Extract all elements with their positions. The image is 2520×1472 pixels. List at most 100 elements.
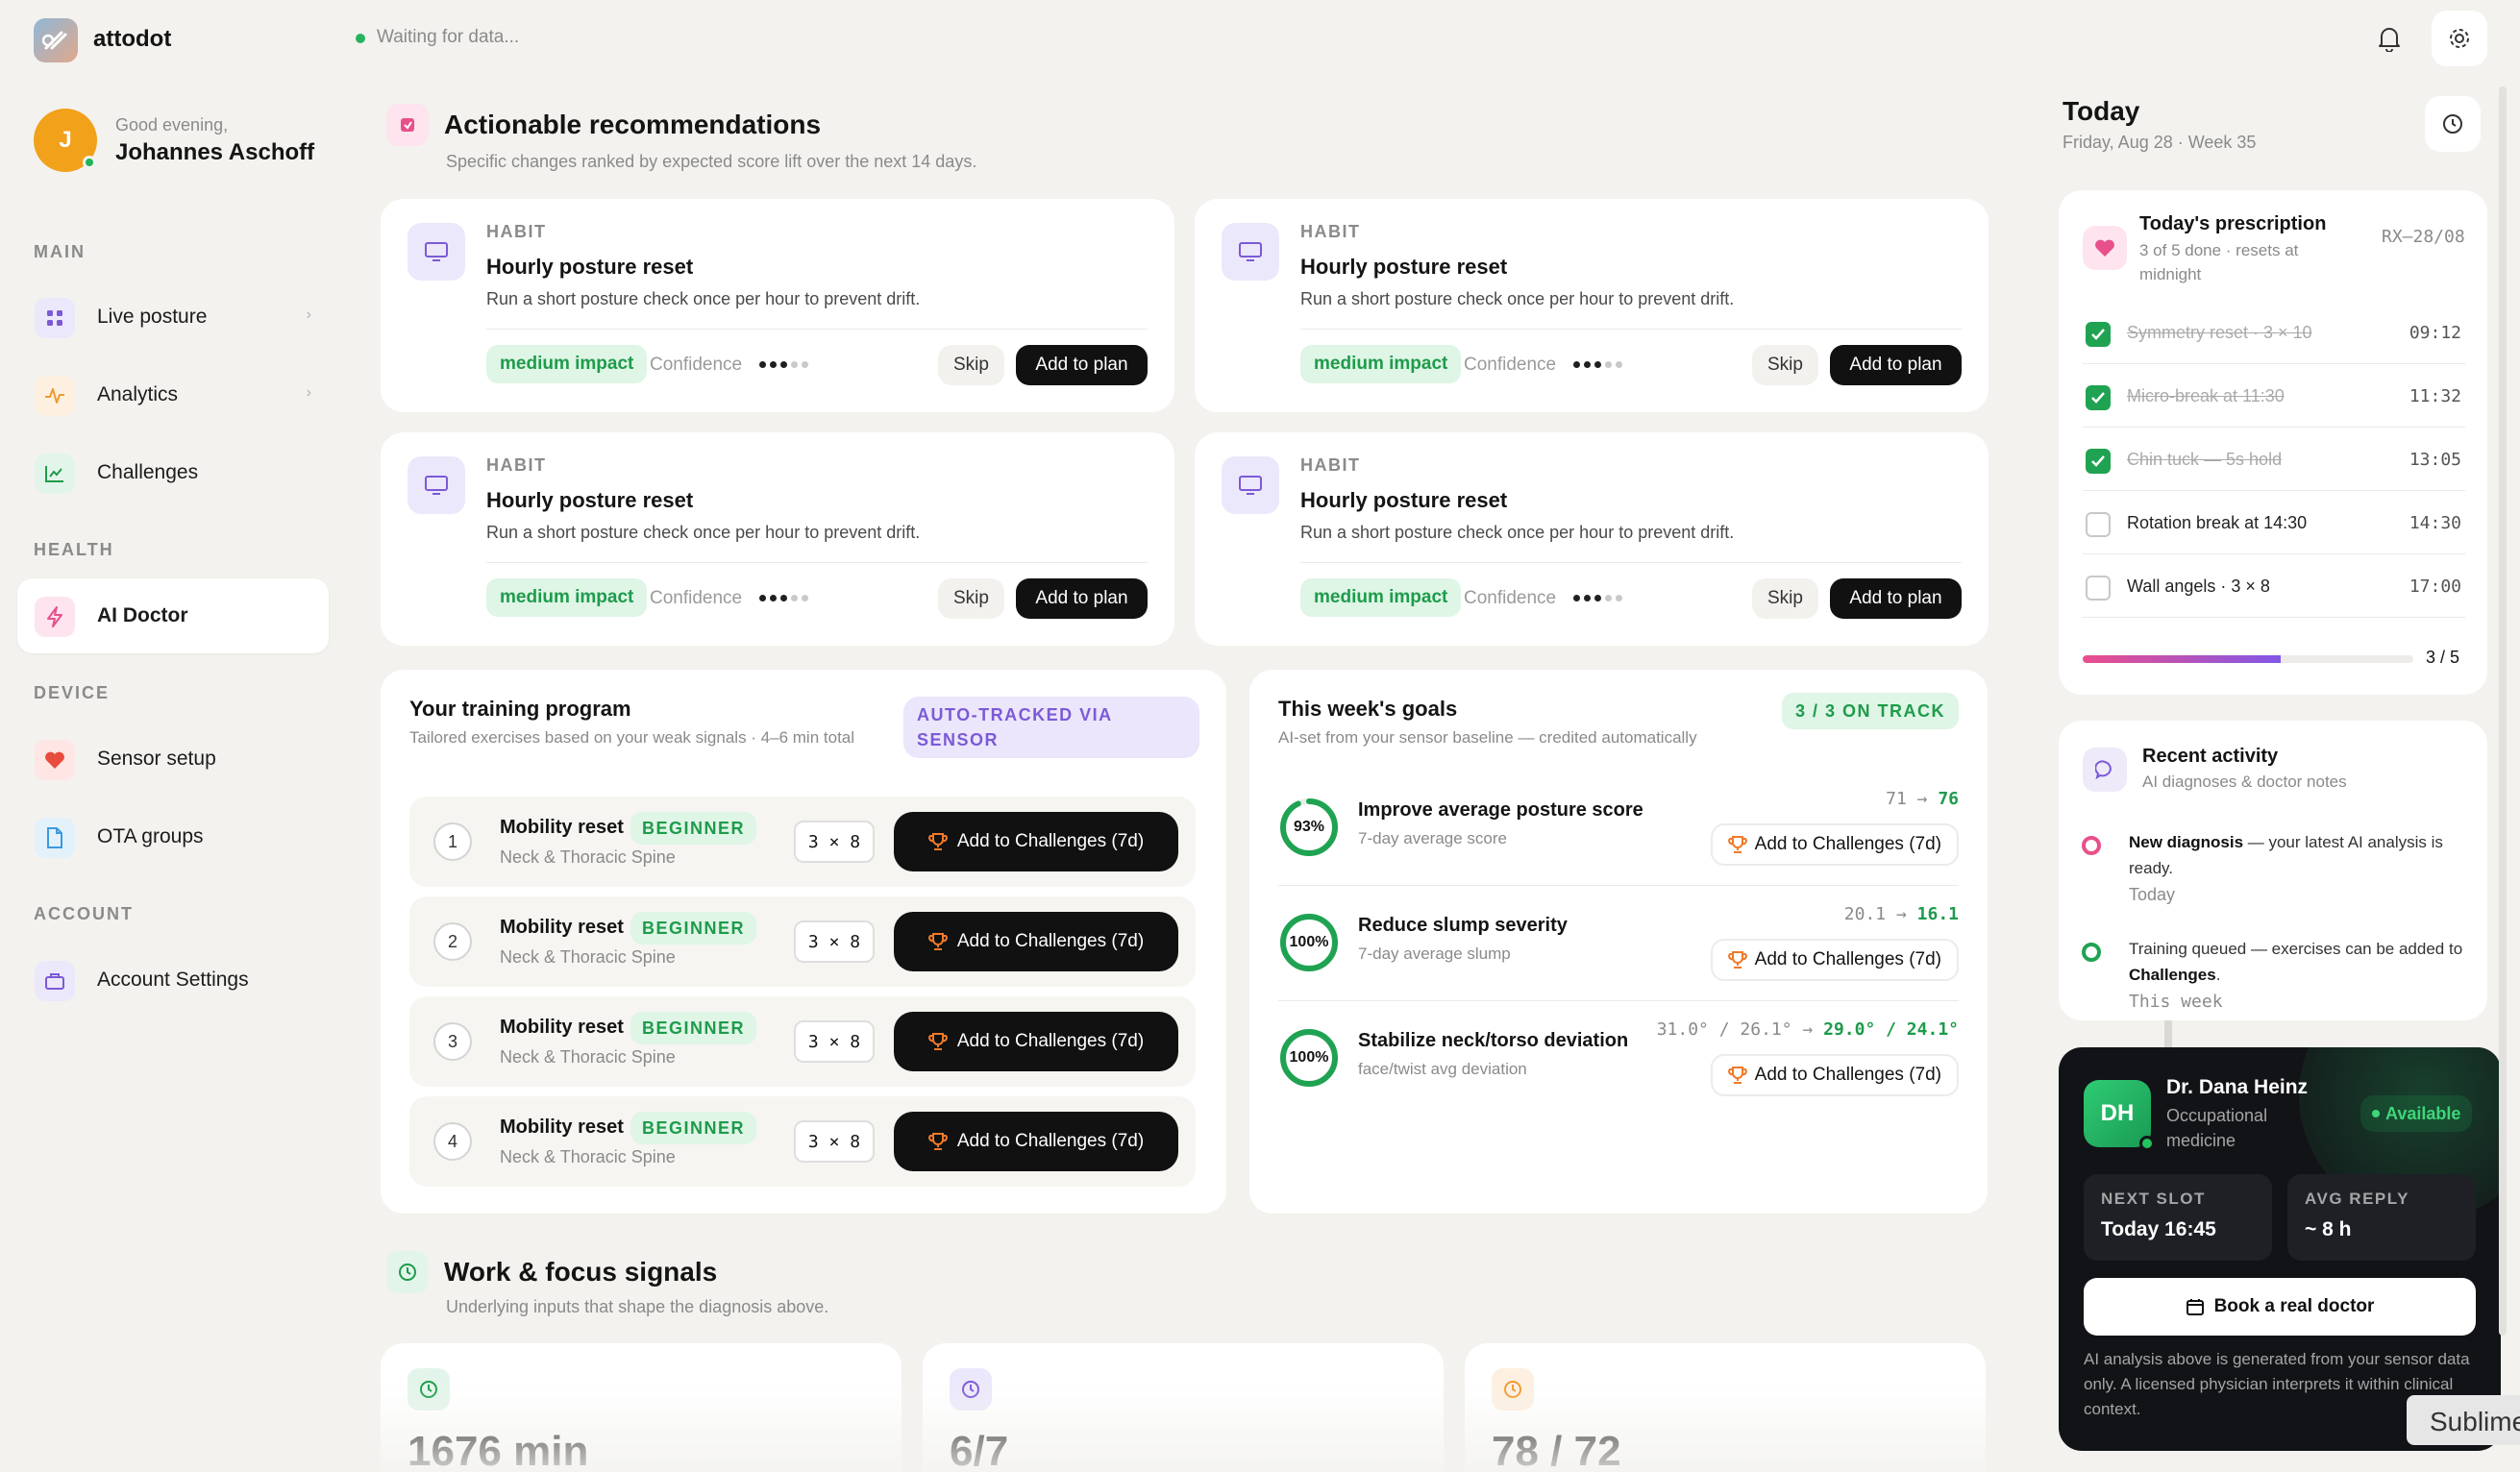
- checkbox-icon[interactable]: [2086, 512, 2111, 537]
- notifications-button[interactable]: [2361, 11, 2417, 66]
- exercise-name: Mobility reset: [500, 817, 624, 838]
- clock-icon: [408, 1368, 450, 1411]
- prescription-item-time: 17:00: [2409, 577, 2461, 597]
- sidebar-item-challenges[interactable]: Challenges: [17, 435, 329, 510]
- activity-pre: Training queued — exercises can be added…: [2129, 940, 2463, 958]
- exercise-number: 3: [433, 1022, 472, 1061]
- skip-button[interactable]: Skip: [1752, 345, 1818, 385]
- activity-link[interactable]: Challenges: [2129, 966, 2216, 984]
- prescription-card: Today's prescription 3 of 5 done · reset…: [2059, 190, 2487, 695]
- stat-label: NEXT SLOT: [2101, 1190, 2206, 1208]
- goal-target-value: 29.0° / 24.1°: [1823, 1019, 1959, 1040]
- overlay-tooltip: Sublime: [2407, 1395, 2520, 1445]
- user-name: Johannes Aschoff: [115, 139, 315, 165]
- skip-button[interactable]: Skip: [1752, 578, 1818, 619]
- clock-icon: [1492, 1368, 1534, 1411]
- prescription-item-name: Symmetry reset · 3 × 10: [2127, 323, 2312, 342]
- add-to-challenges-label: Add to Challenges (7d): [956, 831, 1145, 851]
- difficulty-badge: BEGINNER: [630, 912, 757, 945]
- add-to-plan-button[interactable]: Add to plan: [1016, 345, 1148, 385]
- sidebar-item-sensor-setup[interactable]: Sensor setup: [17, 722, 329, 797]
- history-button[interactable]: [2425, 96, 2481, 152]
- online-status-dot: [83, 156, 96, 169]
- add-to-challenges-button[interactable]: Add to Challenges (7d): [894, 912, 1178, 971]
- recommendation-kind: HABIT: [486, 455, 547, 475]
- prescription-item[interactable]: Chin tuck — 5s hold 13:05: [2083, 428, 2465, 491]
- goal-target-value: 16.1: [1916, 904, 1959, 924]
- sidebar-item-analytics[interactable]: Analytics ›: [17, 357, 329, 432]
- nav-section-health: HEALTH: [34, 540, 114, 559]
- recommendation-description: Run a short posture check once per hour …: [1300, 523, 1735, 542]
- add-to-challenges-button[interactable]: Add to Challenges (7d): [894, 1112, 1178, 1171]
- sidebar-item-label: OTA groups: [97, 825, 204, 847]
- checkbox-icon[interactable]: [2086, 576, 2111, 601]
- confidence-label: Confidence: [1464, 588, 1557, 608]
- trophy-icon: [1727, 951, 1747, 969]
- monitor-icon: [1222, 456, 1279, 514]
- sidebar-item-ota-groups[interactable]: OTA groups: [17, 799, 329, 874]
- book-doctor-button[interactable]: Book a real doctor: [2084, 1278, 2476, 1336]
- divider: [486, 562, 1148, 563]
- exercise-name: Mobility reset: [500, 1116, 624, 1138]
- prescription-item-name: Wall angels · 3 × 8: [2127, 577, 2270, 596]
- sidebar-item-live-posture[interactable]: Live posture ›: [17, 280, 329, 355]
- prescription-item[interactable]: Rotation break at 14:30 14:30: [2083, 491, 2465, 554]
- skip-button[interactable]: Skip: [938, 345, 1004, 385]
- next-slot-stat: NEXT SLOT Today 16:45: [2084, 1174, 2272, 1261]
- prescription-item[interactable]: Wall angels · 3 × 8 17:00: [2083, 554, 2465, 618]
- trophy-icon: [927, 933, 948, 950]
- availability-dot: [2372, 1110, 2380, 1117]
- settings-button[interactable]: [2432, 11, 2487, 66]
- add-to-challenges-button[interactable]: Add to Challenges (7d): [1710, 1054, 1959, 1096]
- goal-subtitle: 7-day average score: [1358, 829, 1507, 847]
- recommendation-kind: HABIT: [1300, 455, 1361, 475]
- prescription-item[interactable]: Symmetry reset · 3 × 10 09:12: [2083, 301, 2465, 364]
- goal-values: 71 → 76: [1886, 789, 1959, 809]
- sidebar-item-account-settings[interactable]: Account Settings: [17, 943, 329, 1018]
- checkbox-checked-icon[interactable]: [2086, 322, 2111, 347]
- on-track-badge: 3 / 3 ON TRACK: [1781, 693, 1959, 729]
- stat-value: Today 16:45: [2101, 1218, 2216, 1240]
- availability-badge: Available: [2360, 1095, 2473, 1132]
- add-to-challenges-button[interactable]: Add to Challenges (7d): [894, 1012, 1178, 1071]
- sidebar-item-label: Analytics: [97, 383, 179, 405]
- add-to-plan-button[interactable]: Add to plan: [1830, 345, 1962, 385]
- impact-badge: medium impact: [1300, 345, 1462, 383]
- signals-title: Work & focus signals: [444, 1257, 718, 1287]
- prescription-progress-bar: [2083, 655, 2413, 663]
- goal-percent: 100%: [1289, 934, 1329, 950]
- activity-bold: New diagnosis: [2129, 833, 2244, 851]
- add-to-challenges-button[interactable]: Add to Challenges (7d): [1710, 939, 1959, 981]
- recommendation-title: Hourly posture reset: [1300, 255, 1508, 279]
- recommendation-title: Hourly posture reset: [486, 488, 694, 512]
- checkbox-checked-icon[interactable]: [2086, 449, 2111, 474]
- signal-value: 78 / 72: [1492, 1428, 1621, 1472]
- divider: [1300, 562, 1962, 563]
- add-to-plan-button[interactable]: Add to plan: [1016, 578, 1148, 619]
- nav-section-account: ACCOUNT: [34, 904, 134, 923]
- clock-icon: [2443, 114, 2462, 134]
- greeting-text: Good evening,: [115, 115, 229, 135]
- add-to-challenges-button[interactable]: Add to Challenges (7d): [1710, 823, 1959, 866]
- today-date: Friday, Aug 28 · Week 35: [2063, 133, 2257, 152]
- nav-section-main: MAIN: [34, 242, 86, 261]
- signal-value: 6/7: [950, 1428, 1009, 1472]
- add-to-plan-button[interactable]: Add to plan: [1830, 578, 1962, 619]
- connection-status: Waiting for data...: [377, 27, 520, 47]
- impact-badge: medium impact: [486, 578, 648, 617]
- skip-button[interactable]: Skip: [938, 578, 1004, 619]
- bell-icon: [2379, 28, 2400, 52]
- app-logo[interactable]: [34, 18, 78, 62]
- recommendation-card: HABIT Hourly posture reset Run a short p…: [381, 432, 1174, 646]
- sidebar-item-ai-doctor[interactable]: AI Doctor: [17, 578, 329, 653]
- add-to-challenges-button[interactable]: Add to Challenges (7d): [894, 812, 1178, 871]
- training-program-card: Your training program Tailored exercises…: [381, 670, 1226, 1214]
- prescription-item[interactable]: Micro-break at 11:30 11:32: [2083, 364, 2465, 428]
- confidence-label: Confidence: [650, 355, 743, 375]
- add-to-challenges-label: Add to Challenges (7d): [1754, 834, 1941, 854]
- checkbox-checked-icon[interactable]: [2086, 385, 2111, 410]
- goals-title: This week's goals: [1278, 697, 1458, 721]
- difficulty-badge: BEGINNER: [630, 1012, 757, 1044]
- right-panel-scrollbar[interactable]: [2499, 86, 2507, 1336]
- recommendation-title: Hourly posture reset: [486, 255, 694, 279]
